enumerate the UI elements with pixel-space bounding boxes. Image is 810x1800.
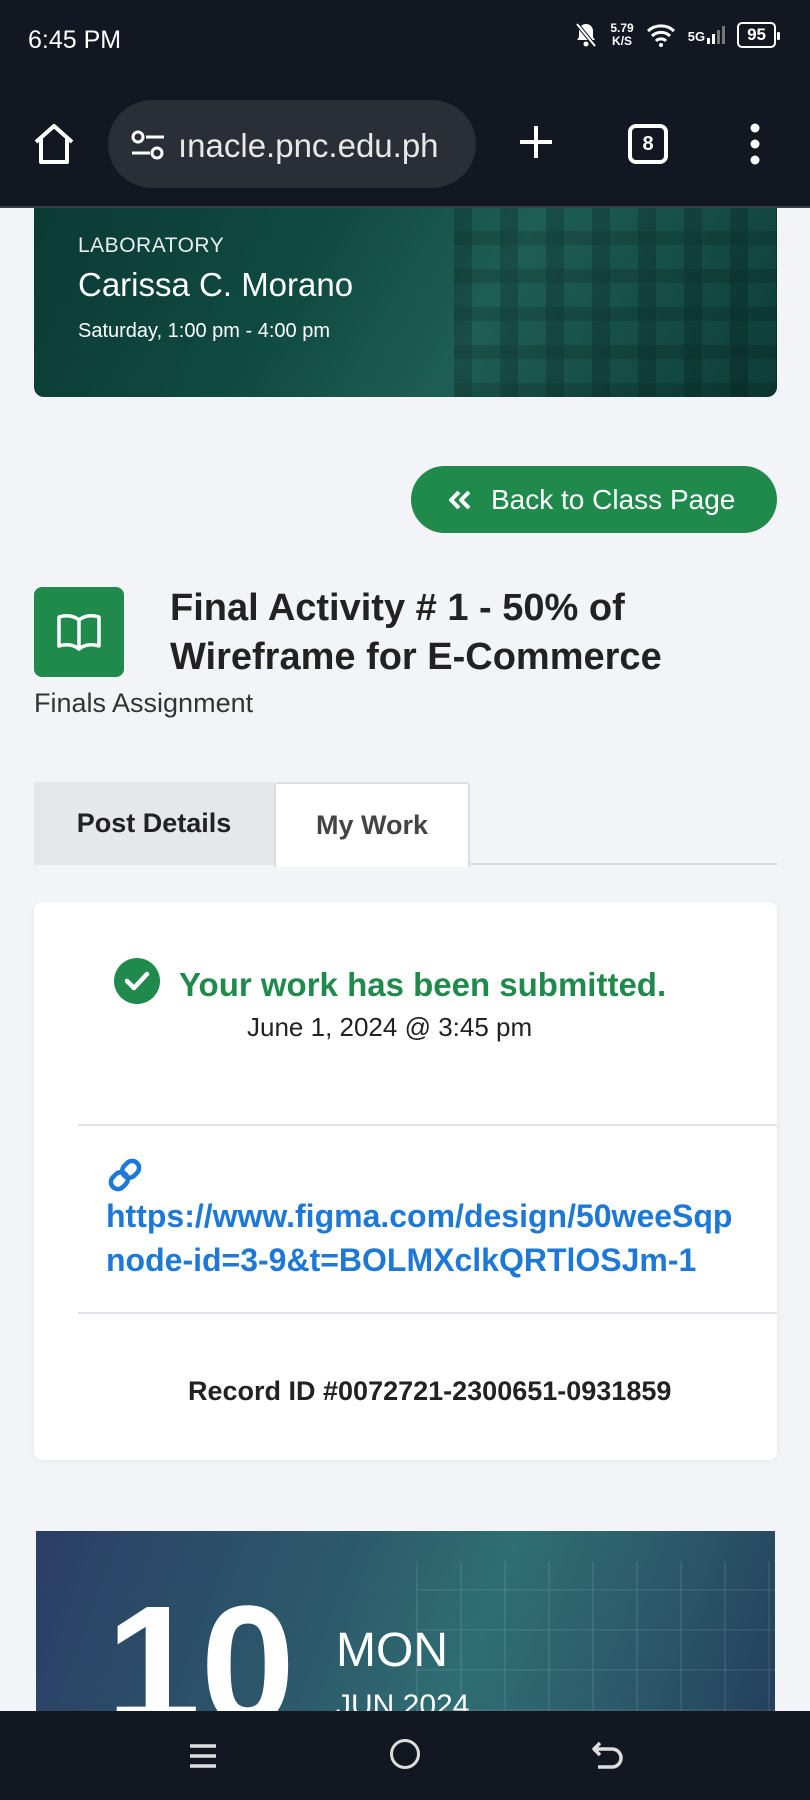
signal-icon: 5G — [687, 26, 726, 44]
post-subtitle: Finals Assignment — [34, 688, 254, 718]
network-speed-unit: K/S — [612, 34, 633, 48]
site-settings-icon[interactable] — [130, 130, 166, 160]
banner-background — [454, 208, 777, 397]
status-time: 6:45 PM — [28, 26, 122, 54]
class-type-label: LABORATORY — [78, 234, 225, 257]
class-banner: LABORATORY Carissa C. Morano Saturday, 1… — [34, 208, 777, 397]
divider — [78, 1312, 777, 1314]
calendar-month-year: JUN 2024 — [336, 1689, 470, 1711]
back-button-label: Back to Class Page — [491, 483, 736, 515]
check-circle-icon — [114, 958, 160, 1004]
url-text: ınacle.pnc.edu.ph — [178, 127, 439, 164]
wifi-icon — [646, 24, 675, 47]
calendar-background — [416, 1561, 775, 1711]
submission-status: Your work has been submitted. — [179, 966, 667, 1003]
address-bar[interactable]: ınacle.pnc.edu.ph — [108, 100, 476, 188]
network-type: 5G — [687, 29, 706, 44]
divider — [78, 1124, 777, 1126]
assignment-tile — [34, 587, 124, 677]
instructor-name: Carissa C. Morano — [78, 266, 354, 303]
post-tabs: Post Details My Work — [34, 782, 777, 867]
home-icon[interactable] — [30, 120, 78, 168]
back-nav-icon[interactable] — [590, 1739, 626, 1773]
home-nav-icon[interactable] — [390, 1739, 420, 1769]
back-to-class-button[interactable]: Back to Class Page — [411, 466, 777, 533]
bell-off-icon — [575, 22, 597, 48]
more-options-icon[interactable] — [740, 122, 770, 166]
submission-link[interactable]: https://www.figma.com/design/50weeSqp no… — [106, 1194, 777, 1282]
tab-post-details[interactable]: Post Details — [34, 782, 274, 865]
status-icons: 5.79 K/S 5G 95 — [574, 22, 780, 48]
calendar-day: 10 — [106, 1571, 296, 1711]
double-chevron-left-icon — [449, 490, 471, 509]
battery-indicator: 95 — [737, 22, 780, 48]
system-nav-bar — [0, 1711, 810, 1800]
tab-my-work[interactable]: My Work — [274, 782, 470, 867]
new-tab-icon[interactable] — [516, 122, 556, 162]
post-title: Final Activity # 1 - 50% of Wireframe fo… — [170, 587, 662, 678]
book-open-icon — [57, 614, 101, 651]
status-bar: 6:45 PM 5.79 K/S 5G 95 — [0, 0, 810, 82]
tab-switcher-button[interactable]: 8 — [628, 124, 668, 164]
calendar-banner: 10 MON JUN 2024 — [36, 1531, 775, 1711]
submission-date: June 1, 2024 @ 3:45 pm — [247, 1012, 533, 1042]
class-schedule: Saturday, 1:00 pm - 4:00 pm — [78, 320, 330, 342]
submission-card: Your work has been submitted. June 1, 20… — [34, 902, 777, 1460]
record-id: Record ID #0072721-2300651-0931859 — [188, 1376, 672, 1406]
calendar-weekday: MON — [336, 1624, 448, 1677]
browser-toolbar: ınacle.pnc.edu.ph 8 — [0, 82, 810, 208]
network-speed: 5.79 K/S — [610, 22, 633, 48]
link-icon — [108, 1158, 142, 1192]
recent-apps-icon[interactable] — [188, 1741, 218, 1771]
